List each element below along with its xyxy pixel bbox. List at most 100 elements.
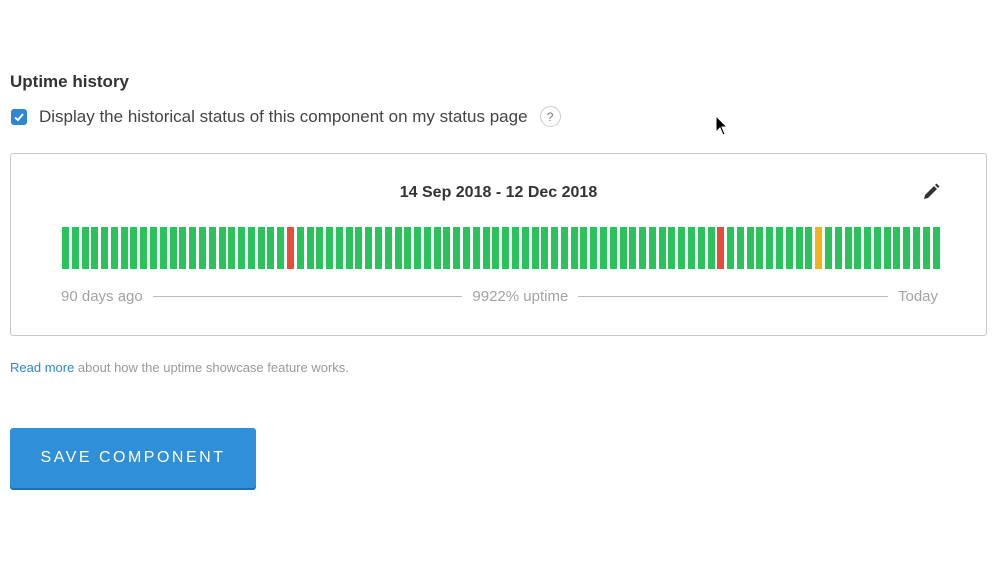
uptime-day-bar-operational[interactable] <box>912 227 920 269</box>
uptime-day-bar-operational[interactable] <box>335 227 343 269</box>
uptime-day-bar-operational[interactable] <box>316 227 324 269</box>
uptime-day-bar-operational[interactable] <box>599 227 607 269</box>
read-more-link[interactable]: Read more <box>10 360 74 375</box>
uptime-day-bar-operational[interactable] <box>472 227 480 269</box>
display-history-label[interactable]: Display the historical status of this co… <box>39 107 528 127</box>
uptime-day-bar-operational[interactable] <box>208 227 216 269</box>
uptime-day-bar-operational[interactable] <box>756 227 764 269</box>
uptime-day-bar-operational[interactable] <box>551 227 559 269</box>
uptime-day-bar-operational[interactable] <box>697 227 705 269</box>
uptime-day-bar-operational[interactable] <box>658 227 666 269</box>
uptime-day-bar-operational[interactable] <box>345 227 353 269</box>
uptime-day-bar-operational[interactable] <box>492 227 500 269</box>
uptime-day-bar-operational[interactable] <box>570 227 578 269</box>
uptime-day-bar-operational[interactable] <box>443 227 451 269</box>
uptime-day-bar-operational[interactable] <box>228 227 236 269</box>
uptime-day-bar-operational[interactable] <box>169 227 177 269</box>
save-component-button[interactable]: SAVE COMPONENT <box>10 428 256 488</box>
uptime-day-bar-operational[interactable] <box>375 227 382 269</box>
uptime-day-bar-operational[interactable] <box>893 227 901 269</box>
uptime-day-bar-operational[interactable] <box>668 227 676 269</box>
uptime-day-bar-operational[interactable] <box>648 227 656 269</box>
uptime-day-bar-operational[interactable] <box>932 227 940 269</box>
uptime-day-bar-operational[interactable] <box>120 227 128 269</box>
uptime-bars <box>62 227 940 269</box>
uptime-day-bar-operational[interactable] <box>560 227 568 269</box>
uptime-day-bar-operational[interactable] <box>296 227 304 269</box>
uptime-day-bar-operational[interactable] <box>873 227 881 269</box>
help-icon[interactable]: ? <box>539 106 561 127</box>
date-range: 14 Sep 2018 - 12 Dec 2018 <box>399 184 598 201</box>
uptime-day-bar-operational[interactable] <box>766 227 774 269</box>
uptime-day-bar-operational[interactable] <box>267 227 275 269</box>
uptime-day-bar-operational[interactable] <box>81 227 89 269</box>
uptime-day-bar-operational[interactable] <box>306 227 314 269</box>
uptime-day-bar-operational[interactable] <box>609 227 617 269</box>
uptime-day-bar-operational[interactable] <box>854 227 862 269</box>
uptime-day-bar-operational[interactable] <box>834 227 842 269</box>
uptime-day-bar-operational[interactable] <box>247 227 255 269</box>
uptime-day-bar-operational[interactable] <box>736 227 744 269</box>
uptime-day-bar-operational[interactable] <box>326 227 334 269</box>
display-history-checkbox[interactable] <box>11 108 27 125</box>
uptime-day-bar-operational[interactable] <box>414 227 422 269</box>
uptime-day-bar-operational[interactable] <box>404 227 412 269</box>
uptime-day-bar-operational[interactable] <box>580 227 588 269</box>
uptime-day-bar-partial[interactable] <box>815 227 823 269</box>
uptime-day-bar-operational[interactable] <box>511 227 519 269</box>
uptime-day-bar-operational[interactable] <box>277 227 285 269</box>
uptime-day-bar-operational[interactable] <box>423 227 431 269</box>
uptime-day-bar-operational[interactable] <box>384 227 392 269</box>
uptime-day-bar-operational[interactable] <box>678 227 686 269</box>
uptime-day-bar-operational[interactable] <box>629 227 637 269</box>
uptime-day-bar-operational[interactable] <box>365 227 373 269</box>
uptime-legend: 90 days ago 9922% uptime Today <box>61 288 938 305</box>
uptime-day-bar-operational[interactable] <box>688 227 695 269</box>
uptime-day-bar-major[interactable] <box>286 227 294 269</box>
uptime-day-bar-operational[interactable] <box>922 227 930 269</box>
uptime-day-bar-operational[interactable] <box>218 227 226 269</box>
uptime-day-bar-operational[interactable] <box>91 227 99 269</box>
uptime-day-bar-operational[interactable] <box>502 227 510 269</box>
uptime-day-bar-operational[interactable] <box>541 227 549 269</box>
uptime-day-bar-operational[interactable] <box>521 227 529 269</box>
uptime-day-bar-operational[interactable] <box>482 227 490 269</box>
uptime-day-bar-operational[interactable] <box>101 227 109 269</box>
uptime-day-bar-operational[interactable] <box>707 227 715 269</box>
uptime-day-bar-operational[interactable] <box>795 227 803 269</box>
uptime-day-bar-operational[interactable] <box>864 227 872 269</box>
uptime-day-bar-operational[interactable] <box>727 227 735 269</box>
uptime-day-bar-operational[interactable] <box>453 227 461 269</box>
uptime-day-bar-operational[interactable] <box>746 227 754 269</box>
uptime-day-bar-operational[interactable] <box>355 227 363 269</box>
uptime-day-bar-operational[interactable] <box>110 227 118 269</box>
uptime-day-bar-operational[interactable] <box>71 227 79 269</box>
mouse-cursor-icon <box>715 115 729 136</box>
uptime-day-bar-operational[interactable] <box>619 227 627 269</box>
uptime-day-bar-operational[interactable] <box>590 227 598 269</box>
uptime-day-bar-operational[interactable] <box>130 227 138 269</box>
uptime-day-bar-operational[interactable] <box>159 227 167 269</box>
uptime-day-bar-operational[interactable] <box>394 227 402 269</box>
uptime-day-bar-operational[interactable] <box>189 227 197 269</box>
uptime-day-bar-operational[interactable] <box>844 227 852 269</box>
uptime-day-bar-operational[interactable] <box>257 227 265 269</box>
uptime-day-bar-operational[interactable] <box>140 227 148 269</box>
uptime-day-bar-operational[interactable] <box>776 227 784 269</box>
uptime-day-bar-operational[interactable] <box>238 227 246 269</box>
uptime-day-bar-operational[interactable] <box>198 227 206 269</box>
uptime-day-bar-operational[interactable] <box>805 227 813 269</box>
uptime-day-bar-operational[interactable] <box>639 227 647 269</box>
pencil-icon[interactable] <box>921 182 941 202</box>
uptime-day-bar-operational[interactable] <box>824 227 832 269</box>
uptime-day-bar-operational[interactable] <box>150 227 158 269</box>
uptime-day-bar-major[interactable] <box>717 227 725 269</box>
uptime-day-bar-operational[interactable] <box>883 227 891 269</box>
uptime-day-bar-operational[interactable] <box>463 227 471 269</box>
uptime-day-bar-operational[interactable] <box>785 227 793 269</box>
uptime-day-bar-operational[interactable] <box>903 227 911 269</box>
uptime-day-bar-operational[interactable] <box>433 227 441 269</box>
uptime-day-bar-operational[interactable] <box>531 227 539 269</box>
uptime-day-bar-operational[interactable] <box>179 227 187 269</box>
uptime-day-bar-operational[interactable] <box>62 227 69 269</box>
